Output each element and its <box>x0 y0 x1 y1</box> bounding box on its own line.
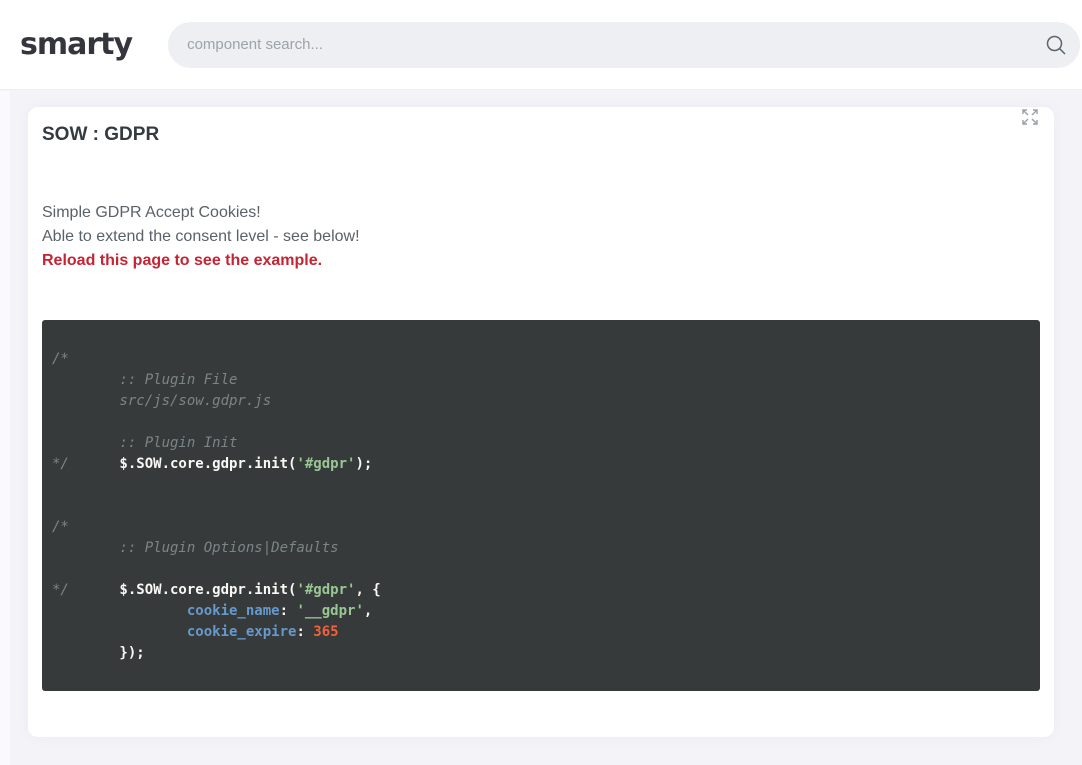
code-line <box>52 412 1030 433</box>
code-block[interactable]: /* :: Plugin File src/js/sow.gdpr.js :: … <box>42 320 1040 691</box>
brand-logo[interactable]: smarty <box>20 27 132 62</box>
code-line: /* <box>52 517 1030 538</box>
component-card: SOW : GDPR Simple GDPR Accept Cookies! A… <box>28 107 1054 737</box>
code-line: :: Plugin Init <box>52 433 1030 454</box>
left-gutter <box>0 91 10 765</box>
component-description: Simple GDPR Accept Cookies! Able to exte… <box>42 201 1040 273</box>
code-line: */ $.SOW.core.gdpr.init('#gdpr', { <box>52 580 1030 601</box>
main-content: SOW : GDPR Simple GDPR Accept Cookies! A… <box>0 90 1082 737</box>
search-icon[interactable] <box>1045 34 1067 56</box>
component-search-bar[interactable] <box>168 22 1080 68</box>
code-line: /* <box>52 349 1030 370</box>
code-line <box>52 475 1030 496</box>
reload-alert-text: Reload this page to see the example. <box>42 249 1040 273</box>
code-line: }); <box>52 643 1030 664</box>
code-line <box>52 496 1030 517</box>
description-line: Simple GDPR Accept Cookies! <box>42 201 1040 225</box>
code-line: cookie_name: '__gdpr', <box>52 601 1030 622</box>
page-title: SOW : GDPR <box>42 123 1040 147</box>
code-line <box>52 559 1030 580</box>
expand-fullscreen-icon[interactable] <box>1020 107 1040 127</box>
app-header: smarty <box>0 0 1082 90</box>
description-line: Able to extend the consent level - see b… <box>42 225 1040 249</box>
search-input[interactable] <box>168 22 1080 68</box>
code-line: cookie_expire: 365 <box>52 622 1030 643</box>
code-line: */ $.SOW.core.gdpr.init('#gdpr'); <box>52 454 1030 475</box>
code-line: :: Plugin File <box>52 370 1030 391</box>
code-line: :: Plugin Options|Defaults <box>52 538 1030 559</box>
code-line: src/js/sow.gdpr.js <box>52 391 1030 412</box>
card-header: SOW : GDPR <box>42 107 1040 147</box>
